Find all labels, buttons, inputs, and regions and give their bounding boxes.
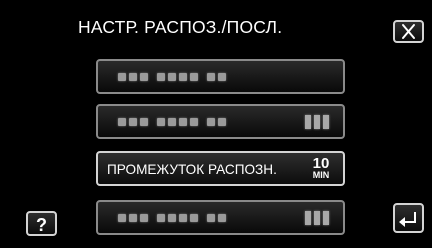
- menu-item-2[interactable]: [96, 104, 345, 139]
- help-button[interactable]: ?: [26, 211, 57, 236]
- interval-unit: MIN: [312, 170, 330, 180]
- menu-item-detection-interval[interactable]: ПРОМЕЖУТОК РАСПОЗН. 10 MIN: [96, 151, 345, 186]
- page-title: НАСТР. РАСПОЗ./ПОСЛ.: [78, 17, 283, 37]
- menu-item-4[interactable]: [96, 200, 345, 235]
- back-arrow-icon: [399, 212, 416, 227]
- obscured-label: [118, 213, 226, 222]
- back-button[interactable]: [393, 203, 424, 233]
- settings-screen: НАСТР. РАСПОЗ./ПОСЛ. ПРОМЕЖУТОК РАСПОЗН.…: [0, 0, 432, 248]
- help-icon: ?: [36, 215, 47, 235]
- menu-item-1[interactable]: [96, 59, 345, 94]
- close-button[interactable]: [393, 20, 424, 43]
- obscured-value: [305, 114, 329, 129]
- interval-number: 10: [312, 155, 330, 172]
- interval-value: 10 MIN: [308, 156, 334, 180]
- menu-item-label: ПРОМЕЖУТОК РАСПОЗН.: [107, 162, 277, 177]
- obscured-label: [118, 72, 226, 81]
- obscured-label: [118, 117, 226, 126]
- obscured-value: [305, 210, 329, 225]
- close-icon: [402, 24, 415, 39]
